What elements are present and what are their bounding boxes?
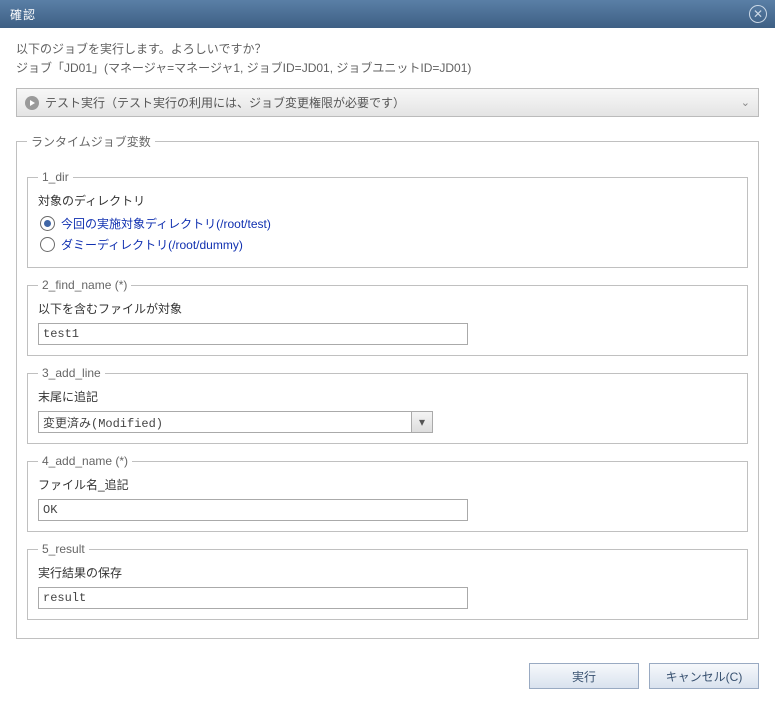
dialog-body: 以下のジョブを実行します。よろしいですか？ ジョブ「JD01」(マネージャ=マネ… [0, 28, 775, 653]
dir-option-0-label: 今回の実施対象ディレクトリ(/root/test) [61, 215, 271, 232]
param-1-desc: 対象のディレクトリ [38, 192, 737, 209]
chevron-down-icon[interactable]: ▾ [411, 411, 433, 433]
param-2-find-name: 2_find_name (*) 以下を含むファイルが対象 [27, 278, 748, 356]
close-icon[interactable]: ✕ [749, 5, 767, 23]
runtime-variables-legend: ランタイムジョブ変数 [27, 133, 155, 150]
param-5-result: 5_result 実行結果の保存 [27, 542, 748, 620]
play-icon [25, 96, 39, 110]
param-2-desc: 以下を含むファイルが対象 [38, 300, 737, 317]
titlebar: 確認 ✕ [0, 0, 775, 28]
test-execute-expander[interactable]: テスト実行（テスト実行の利用には、ジョブ変更権限が必要です） ⌄ [16, 88, 759, 117]
param-3-legend: 3_add_line [38, 366, 105, 380]
param-2-legend: 2_find_name (*) [38, 278, 131, 292]
find-name-input[interactable] [38, 323, 468, 345]
dialog-title: 確認 [10, 6, 36, 23]
param-1-legend: 1_dir [38, 170, 73, 184]
execute-button[interactable]: 実行 [529, 663, 639, 689]
param-5-legend: 5_result [38, 542, 89, 556]
expander-label: テスト実行（テスト実行の利用には、ジョブ変更権限が必要です） [45, 94, 405, 111]
confirm-message-line1: 以下のジョブを実行します。よろしいですか？ [16, 40, 759, 59]
add-line-selected[interactable] [38, 411, 411, 433]
cancel-button[interactable]: キャンセル(C) [649, 663, 759, 689]
param-3-add-line: 3_add_line 末尾に追記 ▾ [27, 366, 748, 444]
param-4-desc: ファイル名_追記 [38, 476, 737, 493]
radio-icon[interactable] [40, 237, 55, 252]
param-4-add-name: 4_add_name (*) ファイル名_追記 [27, 454, 748, 532]
param-4-legend: 4_add_name (*) [38, 454, 132, 468]
result-input[interactable] [38, 587, 468, 609]
confirm-message: 以下のジョブを実行します。よろしいですか？ ジョブ「JD01」(マネージャ=マネ… [16, 40, 759, 78]
add-line-combo[interactable]: ▾ [38, 411, 433, 433]
confirm-message-line2: ジョブ「JD01」(マネージャ=マネージャ1, ジョブID=JD01, ジョブユ… [16, 59, 759, 78]
dir-option-1-label: ダミーディレクトリ(/root/dummy) [61, 236, 243, 253]
param-3-desc: 末尾に追記 [38, 388, 737, 405]
runtime-variables-group: ランタイムジョブ変数 1_dir 対象のディレクトリ 今回の実施対象ディレクトリ… [16, 133, 759, 639]
radio-icon[interactable] [40, 216, 55, 231]
dir-option-0[interactable]: 今回の実施対象ディレクトリ(/root/test) [40, 215, 735, 232]
confirm-dialog: 確認 ✕ 以下のジョブを実行します。よろしいですか？ ジョブ「JD01」(マネー… [0, 0, 775, 703]
dir-option-1[interactable]: ダミーディレクトリ(/root/dummy) [40, 236, 735, 253]
param-5-desc: 実行結果の保存 [38, 564, 737, 581]
chevron-down-icon: ⌄ [741, 96, 750, 109]
add-name-input[interactable] [38, 499, 468, 521]
dialog-footer: 実行 キャンセル(C) [0, 653, 775, 703]
param-1-dir: 1_dir 対象のディレクトリ 今回の実施対象ディレクトリ(/root/test… [27, 170, 748, 268]
